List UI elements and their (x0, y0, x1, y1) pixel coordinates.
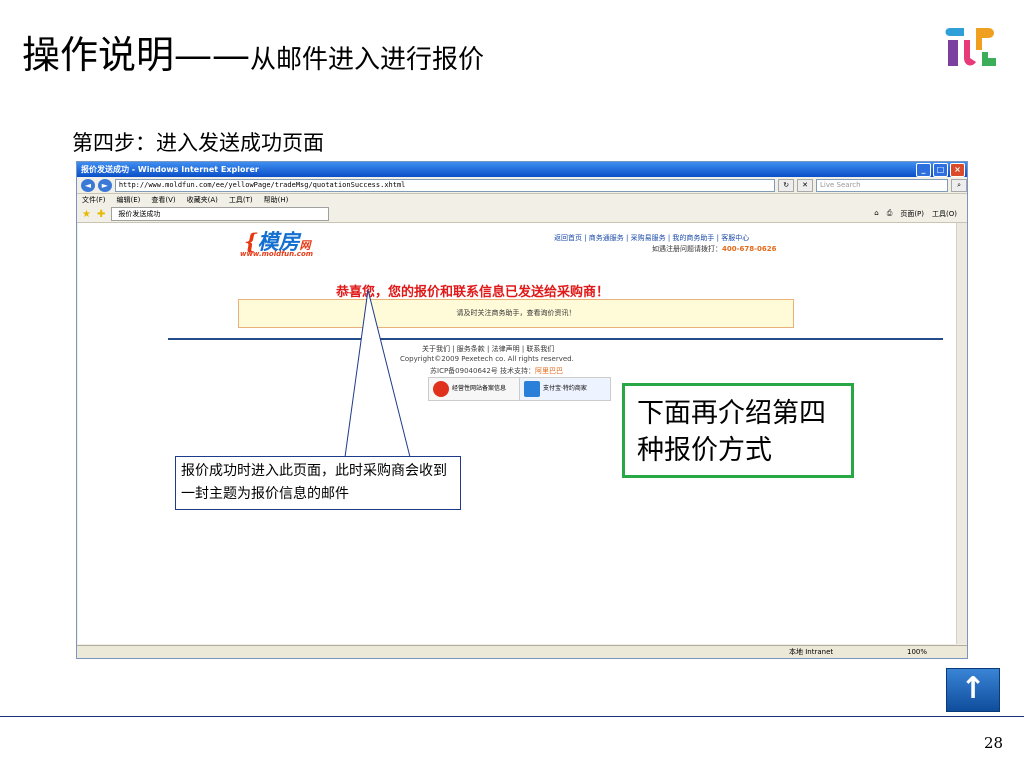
home-icon[interactable]: ⌂ (874, 209, 878, 219)
copyright: Copyright©2009 Pexetech co. All rights r… (400, 355, 574, 363)
favorites-bar: ★ ✚ 报价发送成功 ⌂ ⎙ 页面(P) 工具(O) (77, 206, 967, 223)
vertical-scrollbar[interactable] (956, 223, 967, 644)
menu-tools[interactable]: 工具(T) (229, 194, 253, 206)
zoom-level[interactable]: 100% (907, 646, 927, 658)
refresh-icon[interactable]: ↻ (778, 178, 795, 192)
back-arrow-icon[interactable]: ◄ (81, 178, 95, 192)
close-button[interactable]: × (950, 163, 965, 177)
address-row: ◄ ► http://www.moldfun.com/ee/yellowPage… (77, 177, 967, 194)
icp-support[interactable]: 阿里巴巴 (535, 367, 563, 375)
stop-icon[interactable]: ✕ (797, 178, 814, 192)
menu-bar: 文件(F) 编辑(E) 查看(V) 收藏夹(A) 工具(T) 帮助(H) (77, 194, 967, 206)
success-message: 恭喜您，您的报价和联系信息已发送给采购商！ (336, 285, 610, 300)
back-up-button[interactable]: ↑ (946, 668, 1000, 712)
search-input[interactable]: Live Search (816, 178, 949, 192)
menu-edit[interactable]: 编辑(E) (117, 194, 141, 206)
maximize-button[interactable]: □ (933, 163, 948, 177)
footer-links[interactable]: 关于我们 | 服务条款 | 法律声明 | 联系我们 (422, 344, 554, 354)
tools-menu[interactable]: 工具(O) (932, 209, 957, 219)
minimize-button[interactable]: _ (916, 163, 931, 177)
footer-divider (168, 338, 943, 340)
menu-favorites[interactable]: 收藏夹(A) (187, 194, 218, 206)
slide-title-sub: 从邮件进入进行报价 (250, 45, 485, 75)
security-zone: 本地 Intranet (789, 648, 834, 656)
status-bar: 本地 Intranet 100% (77, 645, 967, 658)
menu-help[interactable]: 帮助(H) (264, 194, 289, 206)
page-menu[interactable]: 页面(P) (900, 209, 924, 219)
callout-box: 报价成功时进入此页面，此时采购商会收到一封主题为报价信息的邮件 (175, 456, 461, 510)
menu-view[interactable]: 查看(V) (151, 194, 175, 206)
tab-quotation-success[interactable]: 报价发送成功 (111, 207, 330, 221)
page-number: 28 (984, 734, 1004, 752)
search-icon[interactable]: ⌕ (951, 178, 967, 192)
address-bar[interactable]: http://www.moldfun.com/ee/yellowPage/tra… (114, 178, 776, 192)
icp-badge[interactable]: 经营性网站备案信息 (428, 377, 520, 401)
menu-file[interactable]: 文件(F) (82, 194, 106, 206)
print-icon[interactable]: ⎙ (887, 209, 893, 219)
command-bar: ⌂ ⎙ 页面(P) 工具(O) (874, 209, 957, 219)
company-logo (945, 28, 996, 66)
window-title: 报价发送成功 - Windows Internet Explorer (81, 165, 259, 174)
window-titlebar: 报价发送成功 - Windows Internet Explorer _ □ × (77, 162, 967, 177)
hotline: 如遇注册问题请拨打：400-678-0626 (652, 244, 777, 254)
hotline-number: 400-678-0626 (722, 245, 777, 253)
note-box: 下面再介绍第四种报价方式 (622, 383, 854, 478)
bottom-divider (0, 716, 1024, 717)
hotline-label: 如遇注册问题请拨打： (652, 245, 722, 253)
slide-title: 操作说明——从邮件进入进行报价 (22, 24, 484, 79)
icp-info: 苏ICP备09040642号 技术支持：阿里巴巴 (430, 366, 563, 376)
alipay-icon (524, 381, 540, 397)
site-url: www.moldfun.com (240, 250, 314, 258)
alipay-badge[interactable]: 支付宝·特约商家 (519, 377, 611, 401)
forward-arrow-icon[interactable]: ► (97, 178, 112, 192)
alipay-badge-label: 支付宝·特约商家 (543, 385, 587, 392)
step-heading: 第四步：进入发送成功页面 (72, 131, 324, 155)
favorites-star-icon[interactable]: ★ (82, 209, 91, 220)
slide-title-main: 操作说明—— (22, 33, 251, 77)
shield-icon (433, 381, 449, 397)
icp-badge-label: 经营性网站备案信息 (452, 385, 507, 392)
add-favorite-icon[interactable]: ✚ (97, 209, 105, 220)
icp-text: 苏ICP备09040642号 技术支持： (430, 367, 536, 375)
top-nav[interactable]: 返回首页 | 商务通服务 | 采购易服务 | 我的商务助手 | 客服中心 (554, 233, 749, 243)
notice-box: 请及时关注商务助手，查看询价资讯！ (238, 299, 794, 328)
